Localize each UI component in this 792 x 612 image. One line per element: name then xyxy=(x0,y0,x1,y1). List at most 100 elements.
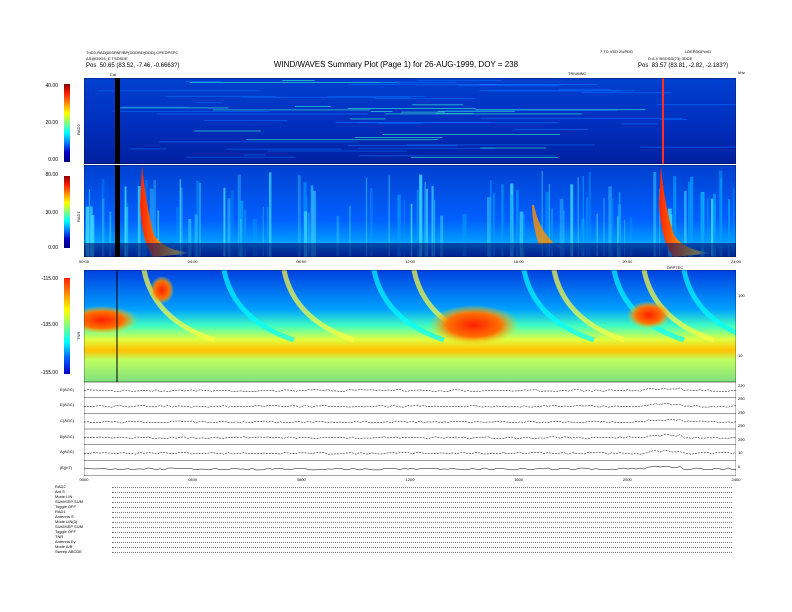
line-right-tick: 250 xyxy=(738,396,745,402)
rad2-streak xyxy=(412,104,463,106)
calibration-bar xyxy=(115,165,120,257)
x-tick: 00:00 xyxy=(78,259,89,264)
rad2-streak xyxy=(295,106,331,107)
rad2-streak xyxy=(156,113,368,115)
rad2-streak xyxy=(159,141,359,143)
x-tick: 16:00 xyxy=(513,259,524,264)
line-right-tick: 250 xyxy=(738,409,745,415)
trace-3 xyxy=(84,434,736,439)
rad1-floor xyxy=(84,243,736,257)
header-right-line3: D.A.V BSDSD(73) 3DDE xyxy=(648,56,693,61)
footer-row: Sweep ABCDE xyxy=(55,549,82,554)
rad1-axis-title: RAD1 xyxy=(76,211,81,222)
rad2-streak xyxy=(400,111,445,113)
rad2-streak xyxy=(242,96,411,98)
footer-dotline xyxy=(112,552,732,553)
rad2-streak xyxy=(481,117,683,119)
rad2-tick-bottom: 0.00 xyxy=(48,157,58,163)
rad1-tick-top: 80.00 xyxy=(45,172,58,178)
footer-dotline xyxy=(112,497,732,498)
rad2-streak xyxy=(244,154,266,156)
tnr-colorbar xyxy=(64,278,70,374)
header-right-line2: LDEPDDPcnD xyxy=(685,49,712,54)
pos-label: Pos xyxy=(638,63,649,69)
line-right-tick: 250 xyxy=(738,423,745,429)
footer-dotline xyxy=(112,502,732,503)
x-tick: 2000 xyxy=(622,477,632,482)
footer-dotline xyxy=(112,492,732,493)
rad2-streak xyxy=(582,92,671,94)
rad2-streak xyxy=(620,123,658,125)
x-tick: 0000 xyxy=(79,477,89,482)
x-tick: 0400 xyxy=(188,477,198,482)
rad2-streak xyxy=(213,109,371,111)
rad2-streak xyxy=(122,106,189,108)
rad2-streak xyxy=(282,80,315,81)
rad2-streak xyxy=(185,81,222,82)
rad2-streak xyxy=(130,148,167,150)
footer-dotline xyxy=(112,517,732,518)
footer-dotline xyxy=(112,527,732,528)
x-tick: 2400 xyxy=(731,477,741,482)
tnr-hot-3 xyxy=(627,301,671,329)
header-right-pos: Pos 83.57 (83.81, -2.82, -2.183?) xyxy=(638,63,728,70)
rad2-streak xyxy=(406,144,595,146)
rad2-streak xyxy=(374,98,476,99)
rad1-tick-bottom: 0.00 xyxy=(48,245,58,251)
rad2-streak xyxy=(657,104,736,105)
rad2-streak xyxy=(475,109,646,111)
rad2-axis-title: RAD2 xyxy=(76,124,81,135)
rad2-streak xyxy=(165,95,276,97)
rad2-streak xyxy=(458,84,560,86)
line-right-tick: 220 xyxy=(738,383,745,388)
rad1-spectrogram xyxy=(84,165,736,257)
x-tick: 20:00 xyxy=(622,259,633,264)
tnr-spectrogram xyxy=(84,270,736,382)
burst-line xyxy=(662,78,664,164)
tnr-right-tick-100: 100 xyxy=(738,293,745,298)
trace-0 xyxy=(84,387,736,392)
rad2-streak xyxy=(437,110,515,112)
line-right-tick: 10 xyxy=(738,450,743,456)
header-right-sub-b: kHz xyxy=(738,70,745,75)
rad2-streak xyxy=(348,84,563,85)
line-panels xyxy=(84,382,736,476)
header-left-line1: TnD3-RAD(00SPAP/BP(DDDBD)DDD)-OFEDPSPC xyxy=(86,50,179,55)
rad2-streak xyxy=(416,79,502,81)
line-label: E(AGC) xyxy=(60,386,74,392)
tnr-tick-top: -115.00 xyxy=(41,276,58,282)
tnr-tick-bottom: -155.00 xyxy=(41,370,58,376)
trace-2 xyxy=(84,418,736,424)
rad2-streak xyxy=(98,90,260,92)
rad2-spectrogram xyxy=(84,78,736,164)
tnr-hot-4 xyxy=(150,276,174,304)
line-label: C(AGC) xyxy=(60,418,75,424)
rad2-streak xyxy=(382,134,561,135)
header-right-line1: 7.TD VED ZUPDD xyxy=(600,49,633,54)
rad2-streak xyxy=(640,146,736,148)
x-tick: 1600 xyxy=(514,477,524,482)
rad2-streak xyxy=(357,122,558,124)
x-tick: 1200 xyxy=(405,477,415,482)
trace-5 xyxy=(84,465,736,471)
x-tick: 12:00 xyxy=(404,259,415,264)
x-tick: 04:00 xyxy=(187,259,198,264)
footer-dotline xyxy=(112,512,732,513)
tnr-right-tick-10: 10 xyxy=(738,353,743,358)
x-tick: 24:00 xyxy=(730,259,741,264)
rad2-streak xyxy=(480,147,547,149)
header-right-sub-a: TRIUMNC xyxy=(568,71,587,76)
rad2-streak xyxy=(359,155,557,157)
rad2-streak xyxy=(357,147,496,149)
rad2-streak xyxy=(115,107,229,109)
line-traces xyxy=(84,387,736,476)
rad2-streak xyxy=(445,110,618,111)
footer-dotline xyxy=(112,487,732,488)
rad2-streak xyxy=(385,113,582,115)
footer-dotline xyxy=(112,532,732,533)
rad2-streak xyxy=(347,108,476,109)
rad2-streak xyxy=(370,111,393,112)
line-label: B(AGC) xyxy=(60,433,74,439)
rad2-tick-mid: 20.00 xyxy=(45,120,58,126)
rad1-colorbar xyxy=(64,176,70,248)
